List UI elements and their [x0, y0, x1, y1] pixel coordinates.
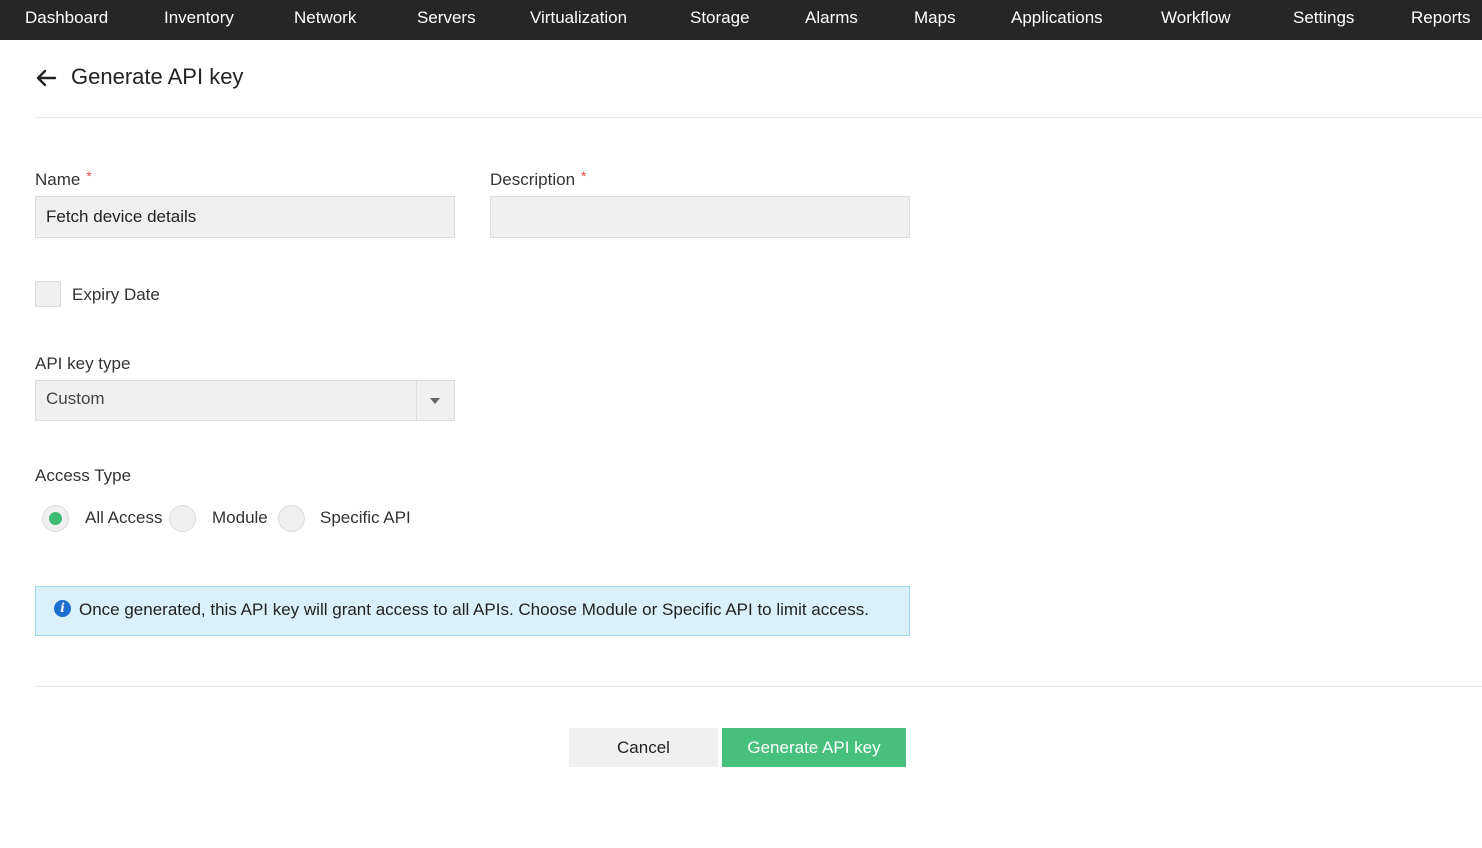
info-message-text: Once generated, this API key will grant …	[79, 600, 869, 619]
nav-item-virtualization[interactable]: Virtualization	[530, 0, 627, 40]
nav-item-network[interactable]: Network	[294, 0, 356, 40]
cancel-button[interactable]: Cancel	[569, 728, 718, 767]
generate-api-key-button[interactable]: Generate API key	[722, 728, 906, 767]
name-label-text: Name	[35, 170, 81, 189]
info-message-box: i Once generated, this API key will gran…	[35, 586, 910, 636]
page-title: Generate API key	[71, 64, 244, 89]
name-label: Name *	[35, 168, 92, 190]
info-icon: i	[54, 600, 71, 617]
radio-module[interactable]	[169, 505, 196, 532]
api-key-type-label: API key type	[35, 354, 131, 373]
nav-item-alarms[interactable]: Alarms	[805, 0, 858, 40]
required-mark: *	[86, 168, 92, 184]
footer-divider	[35, 686, 1482, 687]
expiry-date-label[interactable]: Expiry Date	[72, 285, 160, 305]
access-type-label: Access Type	[35, 466, 132, 485]
chevron-down-icon[interactable]	[430, 398, 440, 404]
header-divider	[35, 117, 1482, 118]
radio-specific-api[interactable]	[278, 505, 305, 532]
description-input[interactable]	[490, 196, 910, 238]
select-separator	[416, 381, 417, 420]
description-label: Description *	[490, 168, 587, 190]
name-input[interactable]	[35, 196, 455, 238]
api-key-type-select[interactable]: Custom	[35, 380, 455, 421]
arrow-left-icon[interactable]	[35, 67, 57, 89]
radio-all-access[interactable]	[42, 505, 69, 532]
api-key-type-value: Custom	[46, 389, 105, 408]
top-navigation: Dashboard Inventory Network Servers Virt…	[0, 0, 1482, 40]
nav-item-servers[interactable]: Servers	[417, 0, 476, 40]
nav-item-storage[interactable]: Storage	[690, 0, 750, 40]
nav-item-maps[interactable]: Maps	[914, 0, 956, 40]
description-label-text: Description	[490, 170, 576, 189]
nav-item-applications[interactable]: Applications	[1011, 0, 1103, 40]
radio-module-label[interactable]: Module	[212, 508, 268, 528]
nav-item-settings[interactable]: Settings	[1293, 0, 1354, 40]
expiry-date-checkbox[interactable]	[35, 281, 61, 307]
nav-item-workflow[interactable]: Workflow	[1161, 0, 1231, 40]
nav-item-dashboard[interactable]: Dashboard	[25, 0, 108, 40]
radio-all-access-label[interactable]: All Access	[85, 508, 162, 528]
required-mark: *	[581, 168, 587, 184]
nav-item-inventory[interactable]: Inventory	[164, 0, 234, 40]
radio-specific-api-label[interactable]: Specific API	[320, 508, 411, 528]
nav-item-reports[interactable]: Reports	[1411, 0, 1471, 40]
